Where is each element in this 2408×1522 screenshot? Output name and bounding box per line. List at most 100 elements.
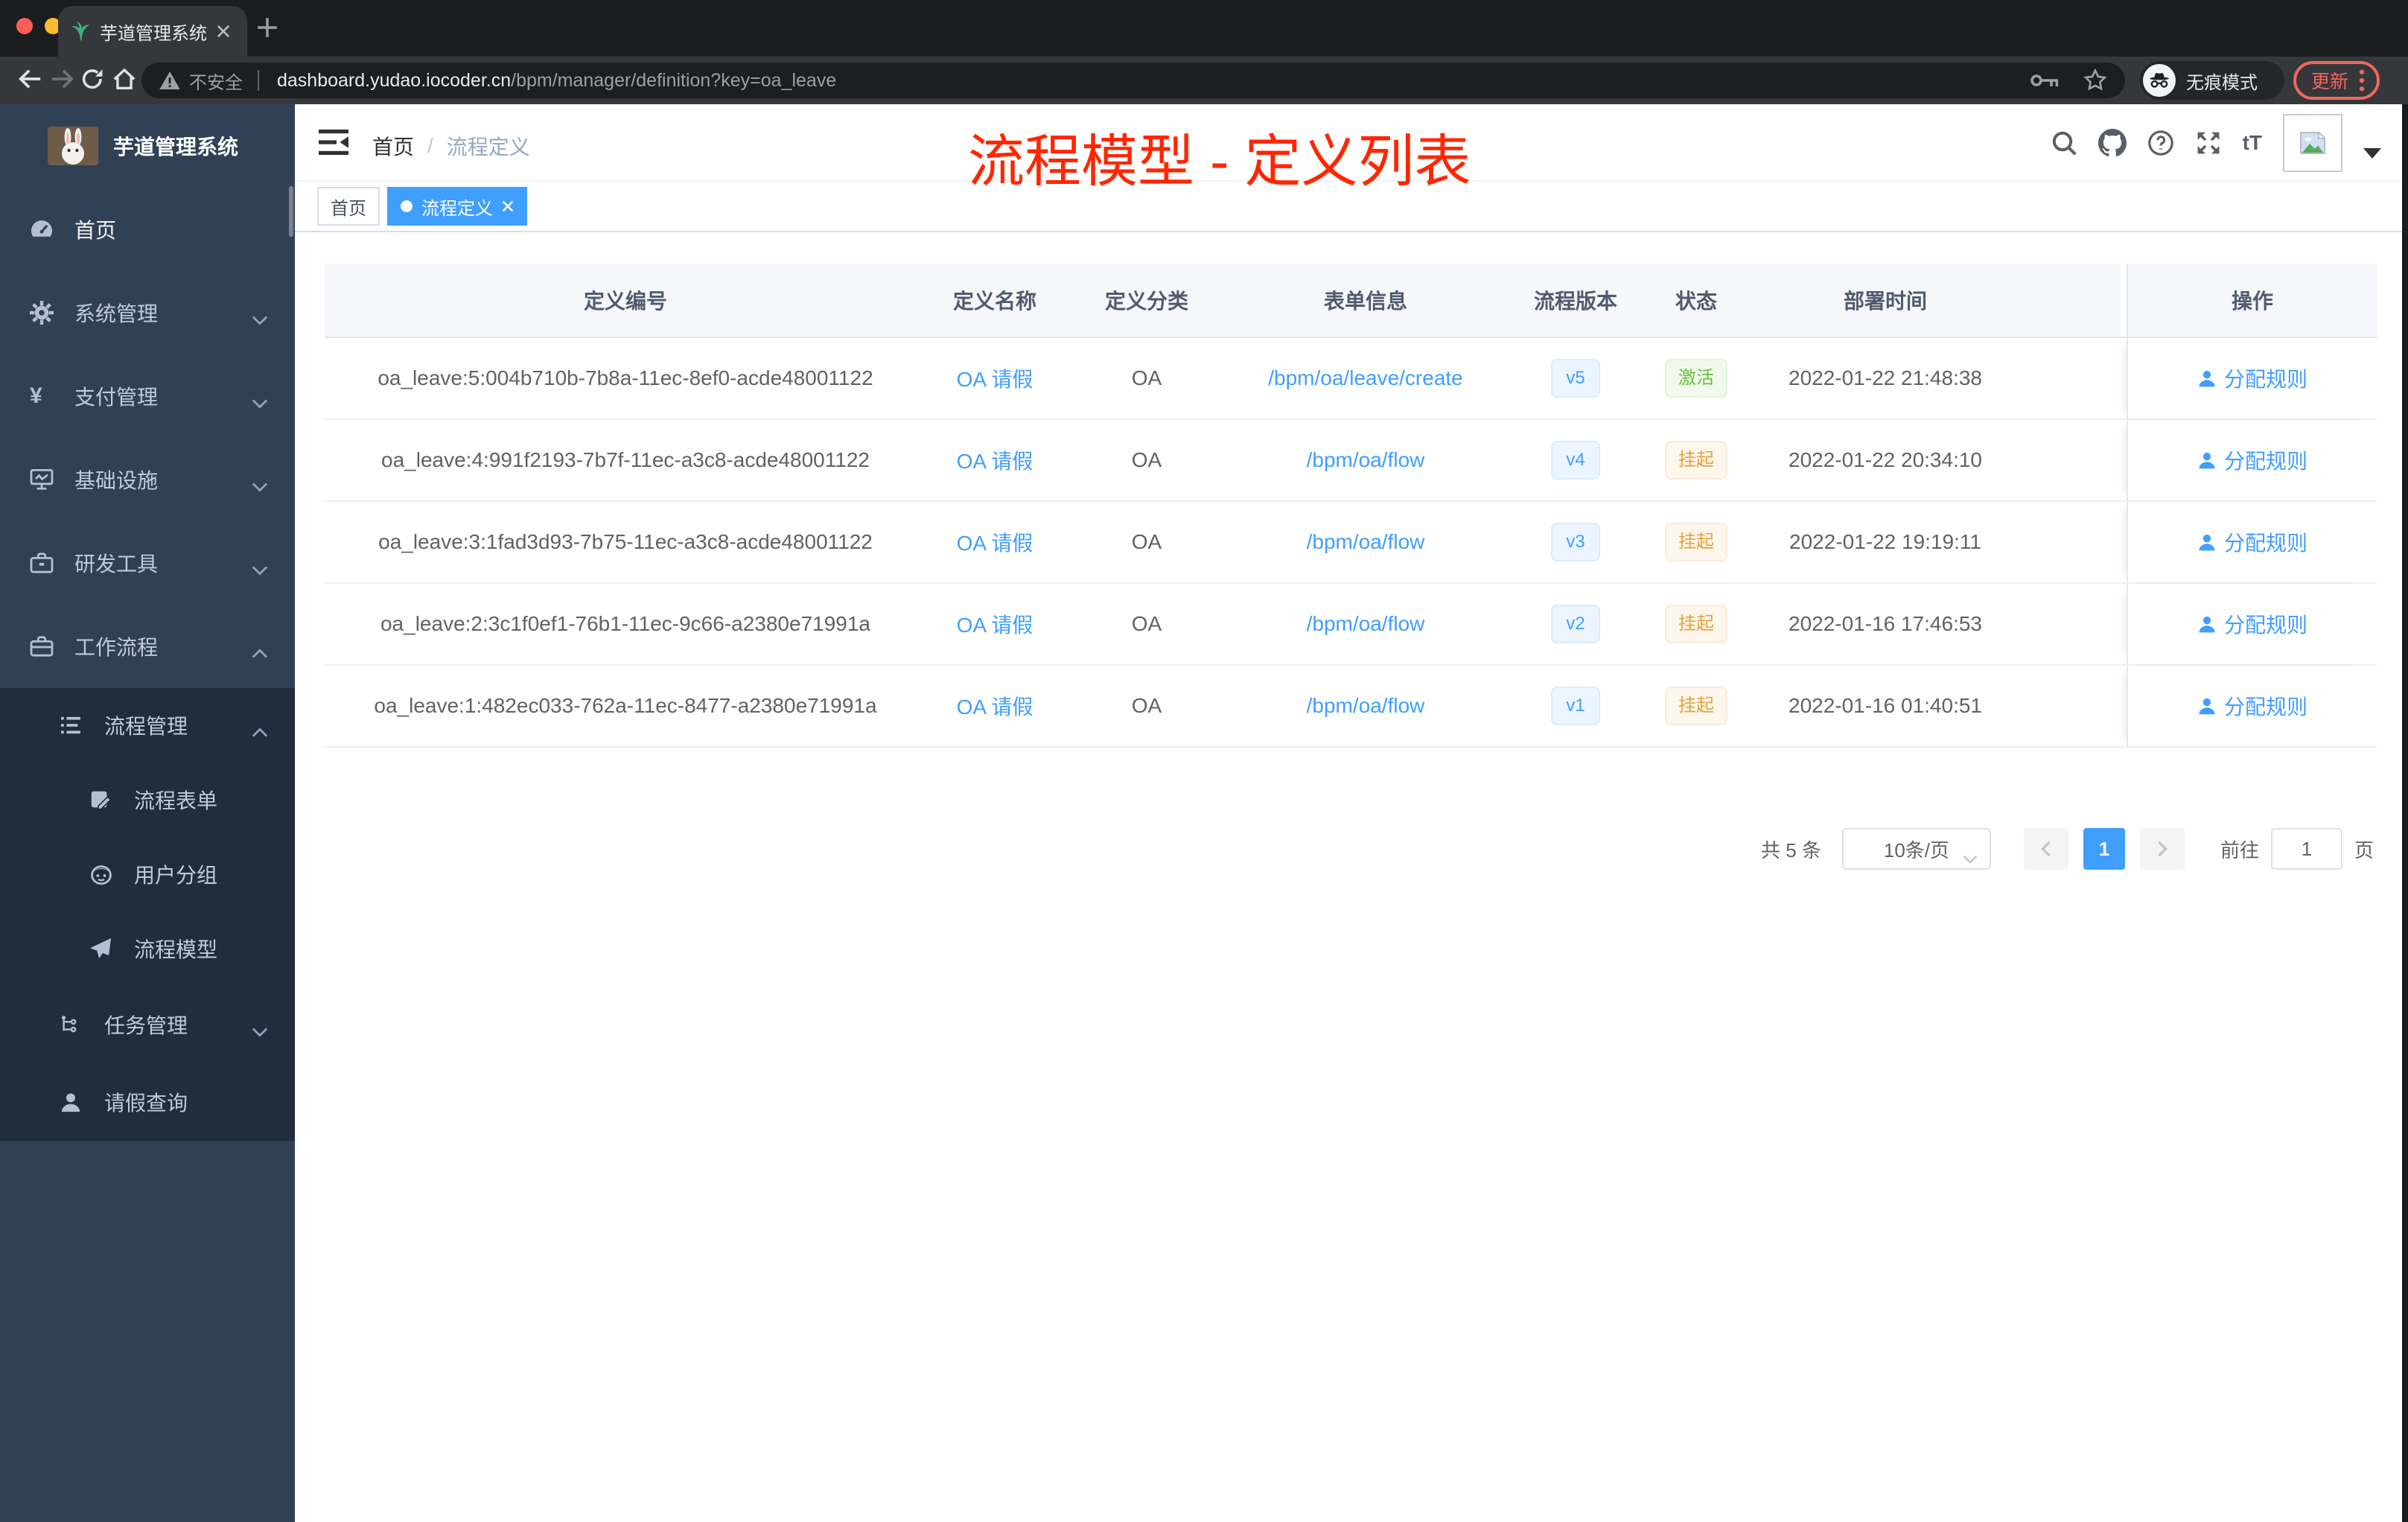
new-tab-icon[interactable] [256,16,278,45]
sidebar-item-process-form[interactable]: 流程表单 [0,762,295,837]
sidebar-item-label: 用户分组 [134,864,218,887]
home-icon[interactable] [112,67,137,97]
browser-update-button[interactable]: 更新 [2293,61,2380,100]
reload-icon[interactable] [80,67,104,97]
sidebar-item-label: 支付管理 [74,386,159,409]
sidebar-item-process-management[interactable]: 流程管理 [0,688,295,762]
definition-name-link[interactable]: OA 请假 [957,691,1033,721]
breadcrumb-current: 流程定义 [446,136,530,159]
sidebar-scrollbar[interactable] [289,186,293,237]
sidebar-item-home[interactable]: 首页 [0,188,295,271]
next-page-button[interactable] [2139,828,2185,870]
screen: 芋道管理系统 不安全 dashboard.yudao.iocoder.cn/bp… [0,0,2408,1522]
tag-process-definition[interactable]: 流程定义 [387,187,527,226]
form-link[interactable]: /bpm/oa/flow [1307,448,1425,472]
prev-page-button[interactable] [2023,828,2068,870]
definition-id: oa_leave:1:482ec033-762a-11ec-8477-a2380… [374,694,877,717]
page-number-button[interactable]: 1 [2083,828,2125,870]
app-logo-row[interactable]: 芋道管理系统 [0,104,295,188]
incognito-chip: 无痕模式 [2140,61,2284,100]
close-tag-icon[interactable] [502,200,514,212]
browser-menu-dots-icon[interactable] [2359,69,2365,92]
definition-name-link[interactable]: OA 请假 [957,609,1033,639]
sidebar-item-payment[interactable]: ¥ 支付管理 [0,354,295,438]
breadcrumb-home[interactable]: 首页 [372,131,414,161]
password-key-icon[interactable] [2030,72,2060,89]
github-icon[interactable] [2098,129,2127,157]
help-question-icon[interactable] [2147,130,2174,156]
definition-name-link[interactable]: OA 请假 [957,527,1033,557]
sidebar-item-task-management[interactable]: 任务管理 [0,986,295,1063]
tab-title: 芋道管理系统 [100,23,207,44]
version-badge: v1 [1551,687,1600,725]
assign-rule-button[interactable]: 分配规则 [2197,609,2307,639]
tags-view-bar: 首页 流程定义 [295,182,2408,232]
close-tab-icon[interactable] [211,19,235,43]
active-dot-icon [401,200,413,212]
definition-name-link[interactable]: OA 请假 [957,445,1033,475]
briefcase-icon [30,635,66,657]
assign-rule-button[interactable]: 分配规则 [2197,445,2307,475]
sidebar-item-label: 流程模型 [134,938,218,961]
deploy-time: 2022-01-22 19:19:11 [1789,530,1981,553]
url-host: dashboard.yudao.iocoder.cn [277,69,512,91]
bookmark-star-icon[interactable] [2083,69,2107,92]
assign-rule-button[interactable]: 分配规则 [2197,363,2307,393]
sidebar-item-workflow[interactable]: 工作流程 [0,605,295,688]
chevron-down-icon [252,474,268,497]
assign-rule-button[interactable]: 分配规则 [2197,691,2307,721]
deploy-time: 2022-01-22 21:48:38 [1789,366,1982,389]
address-bar[interactable]: 不安全 dashboard.yudao.iocoder.cn/bpm/manag… [141,63,2125,98]
form-link[interactable]: /bpm/oa/flow [1307,612,1425,636]
sidebar-item-leave-query[interactable]: 请假查询 [0,1063,295,1141]
goto-page-input[interactable]: 1 [2270,828,2342,870]
definition-category: OA [1131,530,1162,553]
sidebar-item-label: 流程表单 [134,789,218,812]
tag-home[interactable]: 首页 [317,187,380,226]
form-link[interactable]: /bpm/oa/leave/create [1268,366,1463,390]
browser-chrome: 芋道管理系统 不安全 dashboard.yudao.iocoder.cn/bp… [0,0,2408,104]
version-badge: v4 [1551,441,1600,480]
avatar-caret-down-icon[interactable] [2363,148,2381,159]
form-link[interactable]: /bpm/oa/flow [1307,530,1425,554]
sidebar-item-dev-tools[interactable]: 研发工具 [0,521,295,605]
page-size-select[interactable]: 10条/页 [1841,828,1991,870]
sidebar-item-label: 任务管理 [104,1014,188,1037]
table-row: oa_leave:1:482ec033-762a-11ec-8477-a2380… [325,666,2377,748]
incognito-icon [2143,64,2176,97]
font-size-icon[interactable]: tT [2243,131,2262,155]
not-secure-label[interactable]: 不安全 [189,68,243,94]
sidebar-item-process-model[interactable]: 流程模型 [0,911,295,986]
sidebar-item-label: 基础设施 [74,469,159,492]
definition-name-link[interactable]: OA 请假 [957,363,1033,393]
avatar[interactable] [2283,114,2342,172]
definition-category: OA [1131,448,1162,471]
sidebar-item-infrastructure[interactable]: 基础设施 [0,438,295,521]
fullscreen-icon[interactable] [2195,130,2222,156]
chevron-down-icon [252,390,268,414]
form-link[interactable]: /bpm/oa/flow [1307,694,1425,718]
table-row: oa_leave:3:1fad3d93-7b75-11ec-a3c8-acde4… [325,502,2377,584]
sidebar-item-user-group[interactable]: 用户分组 [0,837,295,911]
close-window-button[interactable] [16,18,33,34]
definition-id: oa_leave:4:991f2193-7b7f-11ec-a3c8-acde4… [381,448,870,471]
assign-rule-button[interactable]: 分配规则 [2197,527,2307,557]
table-header-row: 定义编号 定义名称 定义分类 表单信息 流程版本 状态 部署时间 操作 [325,264,2377,338]
app-logo-avatar [48,127,98,165]
sidebar-collapse-icon[interactable] [319,130,348,161]
app-title: 芋道管理系统 [113,136,239,159]
address-divider [258,70,259,91]
version-badge: v3 [1551,523,1600,561]
forward-icon[interactable] [49,67,74,97]
tag-label: 流程定义 [421,198,493,219]
monitor-icon [30,468,66,491]
user-icon [2199,616,2215,633]
user-group-icon [89,864,125,885]
search-icon[interactable] [2051,130,2077,156]
column-header: 操作 [2127,264,2377,337]
dashboard-icon [30,217,66,241]
chevron-down-icon [252,557,268,581]
browser-tab[interactable]: 芋道管理系统 [58,6,247,57]
sidebar-item-system[interactable]: 系统管理 [0,271,295,354]
back-icon[interactable] [18,67,43,97]
